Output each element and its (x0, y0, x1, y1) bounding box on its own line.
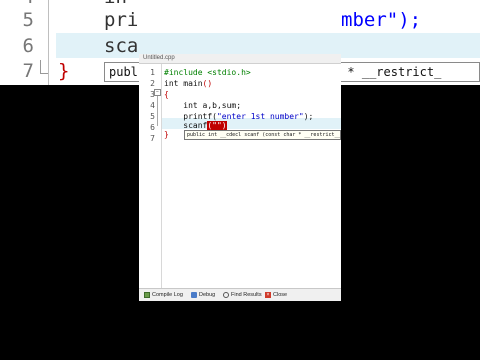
closing-brace: } (58, 60, 70, 82)
line-number: 4 (18, 0, 34, 8)
code-line-7[interactable]: } (164, 129, 169, 140)
close-icon: × (265, 291, 271, 298)
code-line-1[interactable]: #include <stdio.h> (164, 67, 251, 78)
code-line-3[interactable]: { (164, 89, 169, 100)
code-line-4[interactable]: int a,b,sum; (164, 100, 241, 111)
function-signature-tooltip: public int __cdecl scanf (const char * _… (184, 130, 341, 140)
line-number: 7 (150, 134, 155, 143)
tab-debug[interactable]: Debug (191, 291, 215, 300)
code-line-5-string: mber"); (341, 9, 422, 31)
line-number: 6 (22, 35, 34, 57)
gutter-divider (161, 64, 162, 292)
fold-guide (157, 96, 158, 126)
tab-close[interactable]: × Close (265, 291, 287, 300)
debug-icon (191, 291, 197, 298)
editor-tab-bar: Untitled.cpp (139, 54, 341, 64)
line-number: 5 (150, 112, 155, 121)
cursor-selection[interactable]: ("") (207, 121, 227, 130)
line-number: 4 (150, 101, 155, 110)
line-number: 1 (150, 68, 155, 77)
tab-find-results[interactable]: Find Results (223, 291, 262, 300)
line-number: 2 (150, 79, 155, 88)
bottom-tab-bar: Compile Log Debug Find Results × Close (139, 288, 341, 301)
code-line-4: in (104, 0, 127, 8)
tab-compile-log[interactable]: Compile Log (144, 291, 183, 300)
fold-toggle-icon[interactable]: − (154, 89, 161, 96)
gutter-divider (48, 0, 49, 85)
code-line-5: pri (104, 9, 139, 31)
line-number: 5 (22, 9, 34, 31)
line-number: 6 (150, 123, 155, 132)
code-line-2[interactable]: int main() (164, 78, 212, 89)
editor-tab[interactable]: Untitled.cpp (143, 54, 175, 63)
find-results-icon (223, 291, 229, 298)
fold-end-marker (40, 60, 48, 74)
code-line-6: sca (104, 35, 139, 57)
ide-editor-panel: Untitled.cpp 1 2 3 4 5 6 7 − #include <s… (139, 54, 341, 301)
compile-log-icon (144, 291, 150, 298)
line-number: 7 (22, 60, 34, 82)
